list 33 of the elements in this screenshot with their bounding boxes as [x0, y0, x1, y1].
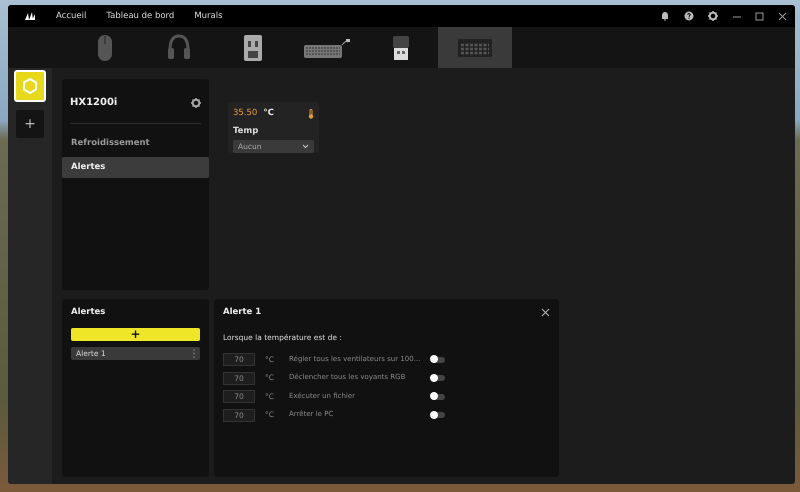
panel-title: Alerte 1 [223, 306, 262, 319]
sensor-label: Temp [233, 124, 260, 138]
close-icon[interactable] [778, 12, 787, 20]
toggle-switch[interactable] [431, 375, 445, 381]
nav-link[interactable]: Accueil [56, 10, 86, 22]
panel-title: Alertes [71, 306, 106, 319]
nav-link[interactable]: Murals [194, 10, 223, 22]
add-device-button[interactable]: + [16, 110, 44, 138]
settings-icon[interactable] [708, 11, 718, 21]
thermometer-icon [308, 108, 314, 119]
add-alert-button[interactable]: + [71, 328, 200, 341]
nav-link[interactable]: Tableau de bord [106, 10, 174, 22]
unit-label: °C [263, 108, 274, 118]
toggle-switch[interactable] [431, 394, 445, 400]
menu-item[interactable]: Refroidissement [62, 133, 209, 154]
close-icon[interactable] [541, 308, 550, 317]
hexagon-icon [21, 77, 39, 95]
device-name: HX1200i [70, 96, 118, 110]
chevron-down-icon [302, 144, 309, 150]
toggle-switch[interactable] [431, 356, 445, 362]
settings-icon[interactable] [191, 98, 201, 108]
headset-icon [167, 34, 191, 62]
bell-icon[interactable] [660, 11, 670, 21]
usb-dongle-icon [392, 34, 410, 60]
sails-logo[interactable] [24, 11, 36, 21]
toggle-switch[interactable] [431, 412, 445, 418]
menu-item[interactable]: Alertes [62, 156, 209, 178]
mouse-icon [95, 34, 115, 62]
maximize-icon[interactable] [755, 12, 764, 20]
temperature-value: 35.50 [233, 108, 258, 118]
hub-icon [242, 32, 264, 62]
keyboard-icon [304, 36, 350, 58]
help-icon[interactable] [684, 11, 694, 21]
